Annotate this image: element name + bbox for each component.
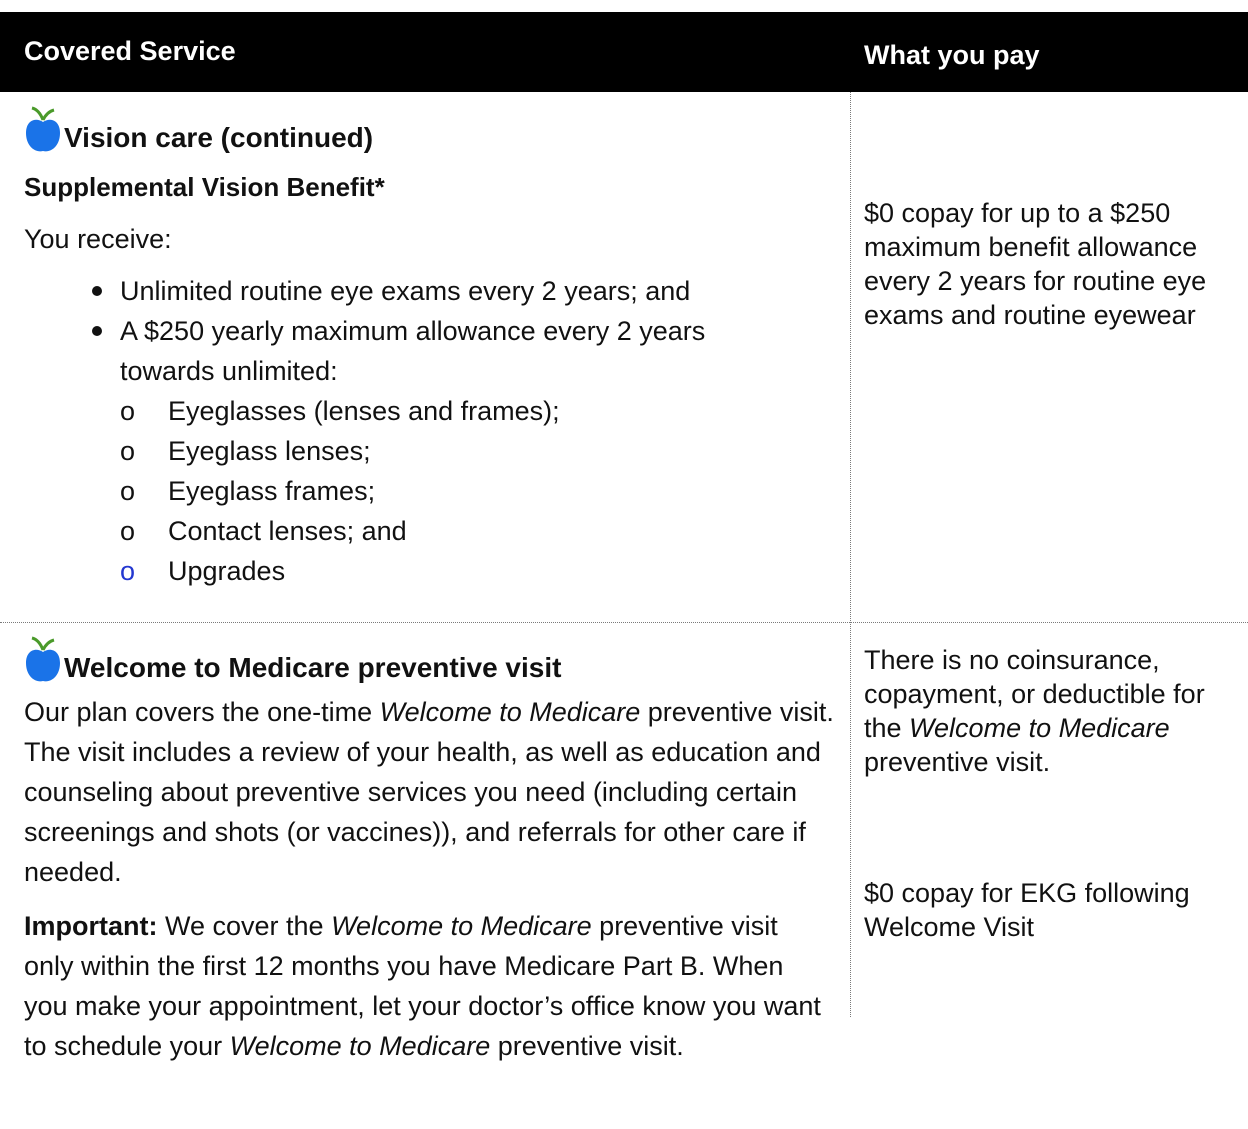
- row1-intro: You receive:: [24, 224, 172, 254]
- row1-title: Vision care (continued): [64, 122, 374, 153]
- header-covered-service: Covered Service: [24, 36, 236, 66]
- list-item: o Upgrades: [120, 556, 286, 586]
- benefits-table-page: Covered Service What you pay Vision care…: [0, 0, 1248, 1129]
- row2-what-you-pay-2: $0 copay for EKG following Welcome Visit: [864, 878, 1190, 942]
- row2-paragraph-2: Important: We cover the Welcome to Medic…: [24, 911, 821, 1061]
- row1-title-line: Vision care (continued): [24, 106, 834, 154]
- apple-icon: [26, 636, 60, 682]
- row2-what-you-pay-1: There is no coinsurance, copayment, or d…: [864, 645, 1205, 777]
- row2-title-line: Welcome to Medicare preventive visit: [24, 636, 834, 684]
- row1-what-you-pay: $0 copay for up to a $250 maximum benefi…: [864, 198, 1207, 330]
- list-item: o Eyeglass lenses;: [120, 436, 371, 466]
- list-item: o Contact lenses; and: [120, 516, 407, 546]
- row1-subtitle: Supplemental Vision Benefit*: [24, 172, 385, 202]
- row2-paragraph-1: Our plan covers the one-time Welcome to …: [24, 697, 834, 887]
- list-item: o Eyeglass frames;: [120, 476, 376, 506]
- row2-title: Welcome to Medicare preventive visit: [64, 652, 562, 683]
- column-divider: [850, 92, 851, 1017]
- list-item: o Eyeglasses (lenses and frames);: [120, 396, 560, 426]
- row2-covered-service: Welcome to Medicare preventive visit Our…: [24, 636, 834, 1066]
- row1-bullet-list: Unlimited routine eye exams every 2 year…: [24, 271, 834, 591]
- apple-icon: [26, 106, 60, 152]
- list-item: Unlimited routine eye exams every 2 year…: [24, 271, 834, 311]
- row1-covered-service: Vision care (continued) Supplemental Vis…: [24, 106, 834, 591]
- row1-sub-bullet-list: o Eyeglasses (lenses and frames); o Eyegla…: [120, 391, 774, 591]
- table-header: Covered Service What you pay: [0, 12, 1248, 92]
- header-what-you-pay: What you pay: [864, 40, 1040, 70]
- row-divider: [0, 622, 1248, 623]
- list-item: A $250 yearly maximum allowance every 2 …: [24, 311, 834, 591]
